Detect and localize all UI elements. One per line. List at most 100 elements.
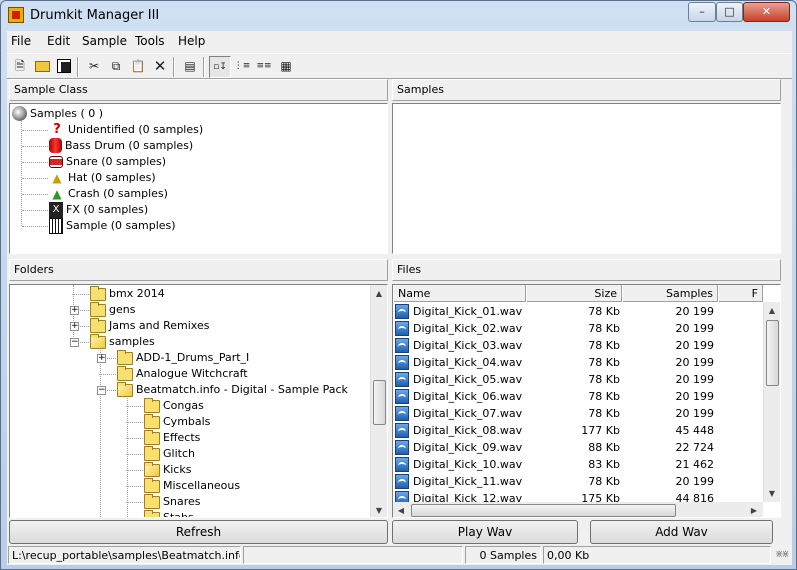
file-name: Digital_Kick_06.wav (413, 390, 523, 403)
toolbar-separator (203, 57, 205, 77)
refresh-button[interactable]: Refresh (9, 520, 388, 544)
folder-item[interactable]: Snares (126, 494, 200, 510)
drum-icon (12, 106, 27, 121)
tree-item-crash[interactable]: ▲ Crash (0 samples) (22, 186, 168, 202)
view-list-icon[interactable]: ≡≡ (253, 56, 275, 78)
sample-class-tree[interactable]: Samples ( 0 ) ? Unidentified (0 samples) … (9, 103, 388, 254)
file-row[interactable]: Digital_Kick_10.wav 83 Kb 21 462 (393, 456, 763, 473)
folder-item[interactable]: + gens (70, 302, 135, 318)
folder-item[interactable]: Glitch (126, 446, 195, 462)
tree-item-bass-drum[interactable]: Bass Drum (0 samples) (22, 138, 193, 154)
folder-icon (90, 286, 106, 301)
menu-help[interactable]: Help (178, 34, 205, 48)
properties-icon[interactable]: ▤ (179, 56, 201, 78)
fx-icon: X (49, 202, 63, 218)
add-wav-button[interactable]: Add Wav (590, 520, 773, 544)
col-samples[interactable]: Samples (622, 285, 718, 302)
menu-edit[interactable]: Edit (47, 34, 70, 48)
scroll-thumb[interactable] (766, 320, 779, 386)
file-row[interactable]: Digital_Kick_05.wav 78 Kb 20 199 (393, 371, 763, 388)
new-icon[interactable]: 🗎 (9, 56, 31, 78)
wav-file-icon (395, 355, 409, 370)
folder-item[interactable]: Cymbals (126, 414, 210, 430)
files-list[interactable]: Name Size Samples F Digital_Kick_01.wav 7… (392, 284, 781, 518)
folder-item[interactable]: Analogue Witchcraft (99, 366, 248, 382)
folders-tree[interactable]: bmx 2014 + gens + Jams and Remixes − samples + A… (9, 284, 388, 518)
file-row[interactable]: Digital_Kick_08.wav 177 Kb 45 448 (393, 422, 763, 439)
maximize-button[interactable]: □ (716, 2, 743, 22)
files-header: Files (392, 259, 781, 281)
copy-icon[interactable]: ⧉ (105, 56, 127, 78)
view-details-icon[interactable]: ▦ (275, 56, 297, 78)
delete-icon[interactable]: ✕ (149, 56, 171, 78)
keyboard-icon (49, 218, 63, 234)
folder-item[interactable]: − samples (70, 334, 155, 350)
folder-item[interactable]: Effects (126, 430, 200, 446)
tree-item-sample[interactable]: Sample (0 samples) (22, 218, 176, 234)
expand-icon[interactable]: + (70, 322, 79, 331)
scroll-up-icon[interactable]: ▲ (371, 285, 387, 302)
tree-item-fx[interactable]: X FX (0 samples) (22, 202, 148, 218)
folder-item[interactable]: + ADD-1_Drums_Part_I (97, 350, 249, 366)
folder-item[interactable]: Stabs (128, 510, 194, 517)
cut-icon[interactable]: ✂ (83, 56, 105, 78)
collapse-icon[interactable]: − (70, 338, 79, 347)
play-wav-button[interactable]: Play Wav (392, 520, 578, 544)
tree-item-snare[interactable]: Snare (0 samples) (22, 154, 166, 170)
folder-icon (117, 382, 133, 397)
scroll-down-icon[interactable]: ▼ (371, 502, 387, 517)
save-icon[interactable] (53, 56, 75, 78)
file-row[interactable]: Digital_Kick_01.wav 78 Kb 20 199 (393, 303, 763, 320)
folder-label: Analogue Witchcraft (136, 367, 248, 380)
folder-item[interactable]: Congas (126, 398, 204, 414)
file-row[interactable]: Digital_Kick_04.wav 78 Kb 20 199 (393, 354, 763, 371)
folder-item[interactable]: Kicks (126, 462, 191, 478)
file-row[interactable]: Digital_Kick_07.wav 78 Kb 20 199 (393, 405, 763, 422)
status-size: 0,00 Kb (543, 546, 771, 564)
folder-item[interactable]: − Beatmatch.info - Digital - Sample Pack (97, 382, 348, 398)
col-f[interactable]: F (718, 285, 763, 302)
minimize-button[interactable]: – (688, 2, 716, 22)
paste-icon[interactable]: 📋 (127, 56, 149, 78)
view-small-icon[interactable]: ⋮≡ (231, 56, 253, 78)
resize-grip-icon[interactable]: ⋇⋇ (775, 549, 790, 560)
menu-file[interactable]: File (11, 34, 31, 48)
open-icon[interactable] (31, 56, 53, 78)
folder-item[interactable]: bmx 2014 (72, 286, 165, 302)
samples-view[interactable] (392, 103, 781, 254)
close-button[interactable]: ✕ (743, 2, 790, 22)
tree-item-hat[interactable]: ▲ Hat (0 samples) (22, 170, 156, 186)
menu-sample[interactable]: Sample (82, 34, 127, 48)
folders-scrollbar[interactable]: ▲ ▼ (370, 285, 387, 517)
menu-tools[interactable]: Tools (135, 34, 165, 48)
folder-item[interactable]: Miscellaneous (126, 478, 241, 494)
file-size: 177 Kb (581, 424, 620, 437)
folder-label: Miscellaneous (163, 479, 241, 492)
wav-file-icon (395, 457, 409, 472)
scroll-thumb[interactable] (411, 504, 676, 517)
tree-root[interactable]: Samples ( 0 ) (12, 106, 103, 122)
file-row[interactable]: Digital_Kick_02.wav 78 Kb 20 199 (393, 320, 763, 337)
title-bar[interactable]: Drumkit Manager III – □ ✕ (1, 1, 796, 31)
folder-item[interactable]: + Jams and Remixes (70, 318, 209, 334)
col-size[interactable]: Size (526, 285, 622, 302)
file-row[interactable]: Digital_Kick_09.wav 88 Kb 22 724 (393, 439, 763, 456)
expand-icon[interactable]: + (97, 354, 106, 363)
scroll-left-icon[interactable]: ◀ (393, 502, 409, 517)
view-large-icon[interactable]: ▫↧ (209, 56, 231, 78)
scroll-thumb[interactable] (373, 380, 386, 425)
scroll-up-icon[interactable]: ▲ (764, 302, 780, 319)
files-scrollbar[interactable]: ▲ ▼ (763, 302, 780, 502)
col-name[interactable]: Name (393, 285, 526, 302)
file-row[interactable]: Digital_Kick_03.wav 78 Kb 20 199 (393, 337, 763, 354)
hihat-icon: ▲ (52, 171, 62, 185)
file-row[interactable]: Digital_Kick_11.wav 78 Kb 20 199 (393, 473, 763, 490)
files-hscrollbar[interactable]: ◀ ▶ (393, 502, 763, 517)
collapse-icon[interactable]: − (97, 386, 106, 395)
scroll-right-icon[interactable]: ▶ (746, 502, 762, 517)
scroll-down-icon[interactable]: ▼ (764, 485, 780, 502)
tree-item-unidentified[interactable]: ? Unidentified (0 samples) (22, 122, 203, 138)
expand-icon[interactable]: + (70, 306, 79, 315)
file-row[interactable]: Digital_Kick_06.wav 78 Kb 20 199 (393, 388, 763, 405)
wav-file-icon (395, 474, 409, 489)
